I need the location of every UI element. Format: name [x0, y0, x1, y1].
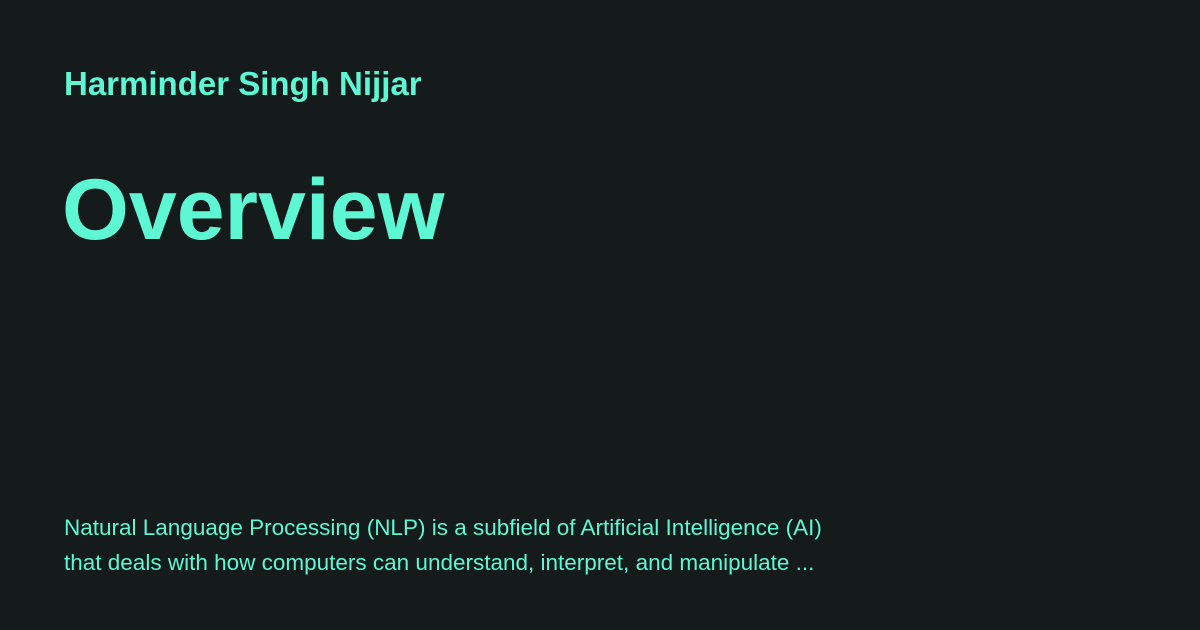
social-card: Harminder Singh Nijjar Overview Natural …: [0, 0, 1200, 630]
page-title: Overview: [62, 162, 445, 258]
excerpt-line-2: that deals with how computers can unders…: [64, 550, 815, 575]
author-name: Harminder Singh Nijjar: [64, 65, 422, 102]
excerpt-line-1: Natural Language Processing (NLP) is a s…: [64, 515, 822, 540]
excerpt: Natural Language Processing (NLP) is a s…: [64, 510, 904, 580]
